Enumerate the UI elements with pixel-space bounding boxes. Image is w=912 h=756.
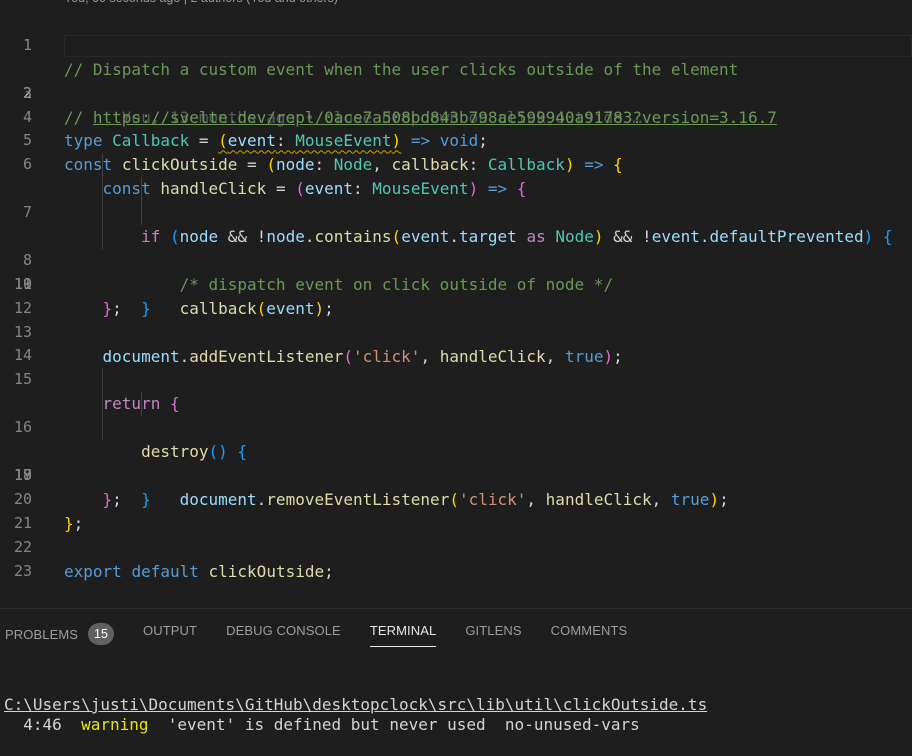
tab-label: GITLENS	[465, 623, 522, 638]
code-lines: 1 // Dispatch a custom event when the us…	[0, 10, 912, 581]
problems-count-badge: 15	[88, 623, 115, 645]
token-plain: ;	[324, 561, 334, 581]
code-line: 1 // Dispatch a custom event when the us…	[0, 10, 912, 79]
line-number: 23	[13, 561, 32, 580]
code-line: 20 };	[0, 464, 912, 533]
codelens-authors[interactable]: You, 60 seconds ago | 2 authors (You and…	[64, 0, 338, 9]
code-line: 21	[0, 488, 912, 532]
tab-output[interactable]: OUTPUT	[143, 623, 197, 646]
code-line: 7 if (node && !node.contains(event.targe…	[0, 153, 912, 246]
code-line: 10 }	[0, 225, 912, 318]
token-keyword: export	[64, 561, 122, 581]
token-function: clickOutside	[208, 561, 325, 581]
code-line: 9 callback(event);	[0, 201, 912, 318]
tab-label: DEBUG CONSOLE	[226, 623, 341, 638]
code-line: 22 export default clickOutside;	[0, 512, 912, 581]
token-keyword: default	[131, 561, 199, 581]
tab-gitlens[interactable]: GITLENS	[465, 623, 521, 646]
warning-severity: warning	[81, 715, 149, 734]
code-line: 6 const handleClick = (event: MouseEvent…	[0, 129, 912, 198]
terminal-output[interactable]: C:\Users\justi\Documents\GitHub\desktopc…	[4, 695, 707, 735]
code-line: 5 const clickOutside = (node: Node, call…	[0, 106, 912, 174]
code-line: 4 type Callback = (event: MouseEvent) =>…	[0, 82, 912, 151]
code-line: 16 destroy() {	[0, 368, 912, 461]
code-editor[interactable]: You, 60 seconds ago | 2 authors (You and…	[0, 0, 912, 608]
warning-rule: no-unused-vars	[504, 715, 640, 734]
tab-label: COMMENTS	[550, 623, 628, 638]
code-line-current: 2 You, 13 months ago • close dropdown on…	[0, 34, 912, 127]
tab-debug-console[interactable]: DEBUG CONSOLE	[226, 623, 341, 646]
tab-comments[interactable]: COMMENTS	[551, 623, 628, 646]
code-line: 17 document.removeEventListener('click',…	[0, 392, 912, 509]
warning-location: 4:46	[23, 715, 62, 734]
bottom-panel: PROBLEMS 15 OUTPUT DEBUG CONSOLE TERMINA…	[0, 608, 912, 756]
code-line: 15 return {	[0, 344, 912, 413]
code-line: 11 };	[0, 249, 912, 318]
tab-problems[interactable]: PROBLEMS 15	[5, 623, 115, 653]
code-line: 23	[0, 536, 912, 580]
code-line: 12	[0, 273, 912, 317]
warning-message: 'event' is defined but never used	[167, 715, 486, 734]
code-line: 8 /* dispatch event on click outside of …	[0, 177, 912, 294]
code-line: 19 };	[0, 440, 912, 509]
code-line: 3 // https://svelte.dev/repl/0ace7a508bd…	[0, 58, 912, 127]
terminal-file-path-link[interactable]: C:\Users\justi\Documents\GitHub\desktopc…	[4, 695, 707, 714]
tab-label: OUTPUT	[143, 623, 198, 638]
code-line: 18 }	[0, 416, 912, 509]
panel-tabs: PROBLEMS 15 OUTPUT DEBUG CONSOLE TERMINA…	[0, 623, 651, 655]
code-line: 14	[0, 321, 912, 364]
tab-label: PROBLEMS	[5, 626, 79, 642]
code-line: 13 document.addEventListener('click', ha…	[0, 297, 912, 366]
tab-label: TERMINAL	[369, 623, 437, 638]
tab-terminal[interactable]: TERMINAL	[369, 623, 437, 647]
